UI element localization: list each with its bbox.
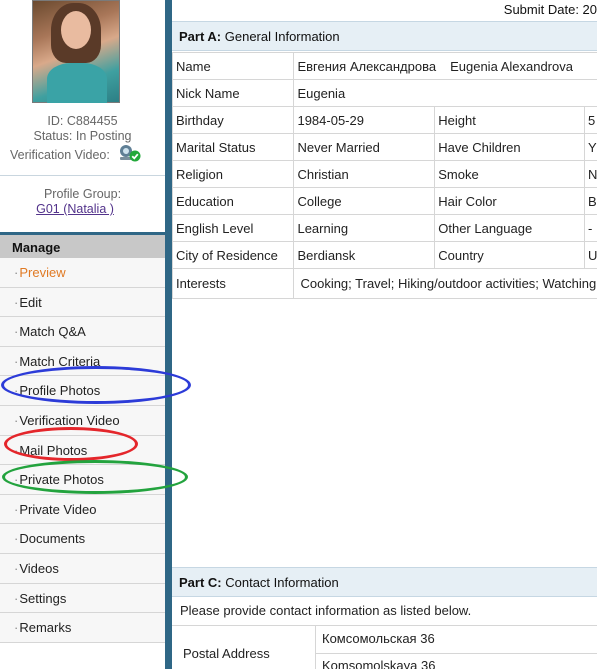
nick-label: Nick Name [172,79,295,107]
postal-address-line-1: Комсомольская 36 [322,631,435,646]
field-value: College [293,187,436,215]
menu-item-videos[interactable]: Videos [0,553,165,584]
table-row: Religion Christian Smoke N [172,160,597,188]
table-row: English Level Learning Other Language - [172,214,597,242]
profile-id: ID: C884455 [47,114,118,128]
name-cyrillic: Евгения Александрова [297,58,437,74]
field-value: N [584,160,597,188]
profile-content: Submit Date: 20 Part A: General Informat… [172,0,597,669]
field-value: Never Married [293,133,436,161]
field-label: City of Residence [172,241,295,269]
field-value: Christian [293,160,436,188]
menu-item-match-criteria[interactable]: Match Criteria [0,346,165,377]
menu-item-remarks[interactable]: Remarks [0,613,165,643]
field-value: 5 [584,106,597,134]
profile-photo[interactable] [32,0,120,103]
divider [0,175,165,176]
name-latin: Eugenia Alexandrova [450,58,573,74]
nick-value: Eugenia [293,79,597,107]
table-row: Birthday 1984-05-29 Height 5 [172,106,597,134]
field-value: 1984-05-29 [293,106,436,134]
table-row: Marital Status Never Married Have Childr… [172,133,597,161]
field-label: Have Children [434,133,586,161]
menu-item-documents[interactable]: Documents [0,524,165,554]
menu-item-edit[interactable]: Edit [0,287,165,318]
field-value: B [584,187,597,215]
menu-item-verification-video[interactable]: Verification Video [0,405,165,436]
postal-address-label: Postal Address [183,646,270,661]
table-row: Interests Cooking; Travel; Hiking/outdoo… [172,268,597,299]
field-label: Country [434,241,586,269]
field-label: English Level [172,214,295,242]
part-c-label: Part C: [179,575,222,590]
field-value: U [584,241,597,269]
part-c-heading: Part C: Contact Information [172,567,597,597]
field-value: Berdiansk [293,241,436,269]
field-label: Other Language [434,214,586,242]
field-label: Marital Status [172,133,295,161]
interests-label: Interests [172,268,295,299]
table-row: Education College Hair Color B [172,187,597,215]
photo-dress [47,63,107,103]
field-value: - [584,214,597,242]
general-info-table: Name Евгения Александрова Eugenia Alexand… [172,52,597,299]
part-c-title: Contact Information [221,575,339,590]
table-row: Nick Name Eugenia [172,79,597,107]
menu-item-private-video[interactable]: Private Video [0,494,165,525]
menu-item-match-qa[interactable]: Match Q&A [0,317,165,347]
menu-item-profile-photos[interactable]: Profile Photos [0,376,165,406]
field-label: Smoke [434,160,586,188]
profile-status: Status: In Posting [33,129,132,143]
part-a-heading: Part A: General Information [172,21,597,51]
table-row: Name Евгения Александрова Eugenia Alexand… [172,52,597,80]
webcam-verified-icon[interactable] [118,144,142,162]
manage-menu: Preview Edit Match Q&A Match Criteria Pr… [0,258,165,643]
menu-item-settings[interactable]: Settings [0,583,165,614]
submit-date: Submit Date: 20 [503,2,597,17]
field-label: Birthday [172,106,295,134]
table-row: City of Residence Berdiansk Country U [172,241,597,269]
field-value: Learning [293,214,436,242]
field-value: Y [584,133,597,161]
profile-group-label: Profile Group: [43,187,122,201]
field-label: Religion [172,160,295,188]
manage-heading: Manage [0,232,165,258]
menu-item-private-photos[interactable]: Private Photos [0,465,165,495]
field-label: Height [434,106,586,134]
contact-instructions: Please provide contact information as li… [180,603,472,618]
field-label: Education [172,187,295,215]
postal-address-row: Postal Address Комсомольская 36 Komsomol… [172,625,597,669]
photo-face [61,11,91,49]
divider [316,653,597,654]
interests-value: Cooking; Travel; Hiking/outdoor activiti… [293,268,597,299]
name-label: Name [172,52,295,80]
menu-item-mail-photos[interactable]: Mail Photos [0,435,165,466]
postal-address-line-2: Komsomolskaya 36 [322,658,436,669]
menu-item-preview[interactable]: Preview [0,258,165,288]
field-label: Hair Color [434,187,586,215]
part-a-label: Part A: [179,29,222,44]
name-value: Евгения Александрова Eugenia Alexandrova [293,52,597,80]
profile-group-link[interactable]: G01 (Natalia ) [0,202,150,216]
sidebar-divider-bar [165,0,172,669]
part-a-title: General Information [221,29,340,44]
profile-sidebar: ID: C884455 Status: In Posting Verificat… [0,0,165,669]
